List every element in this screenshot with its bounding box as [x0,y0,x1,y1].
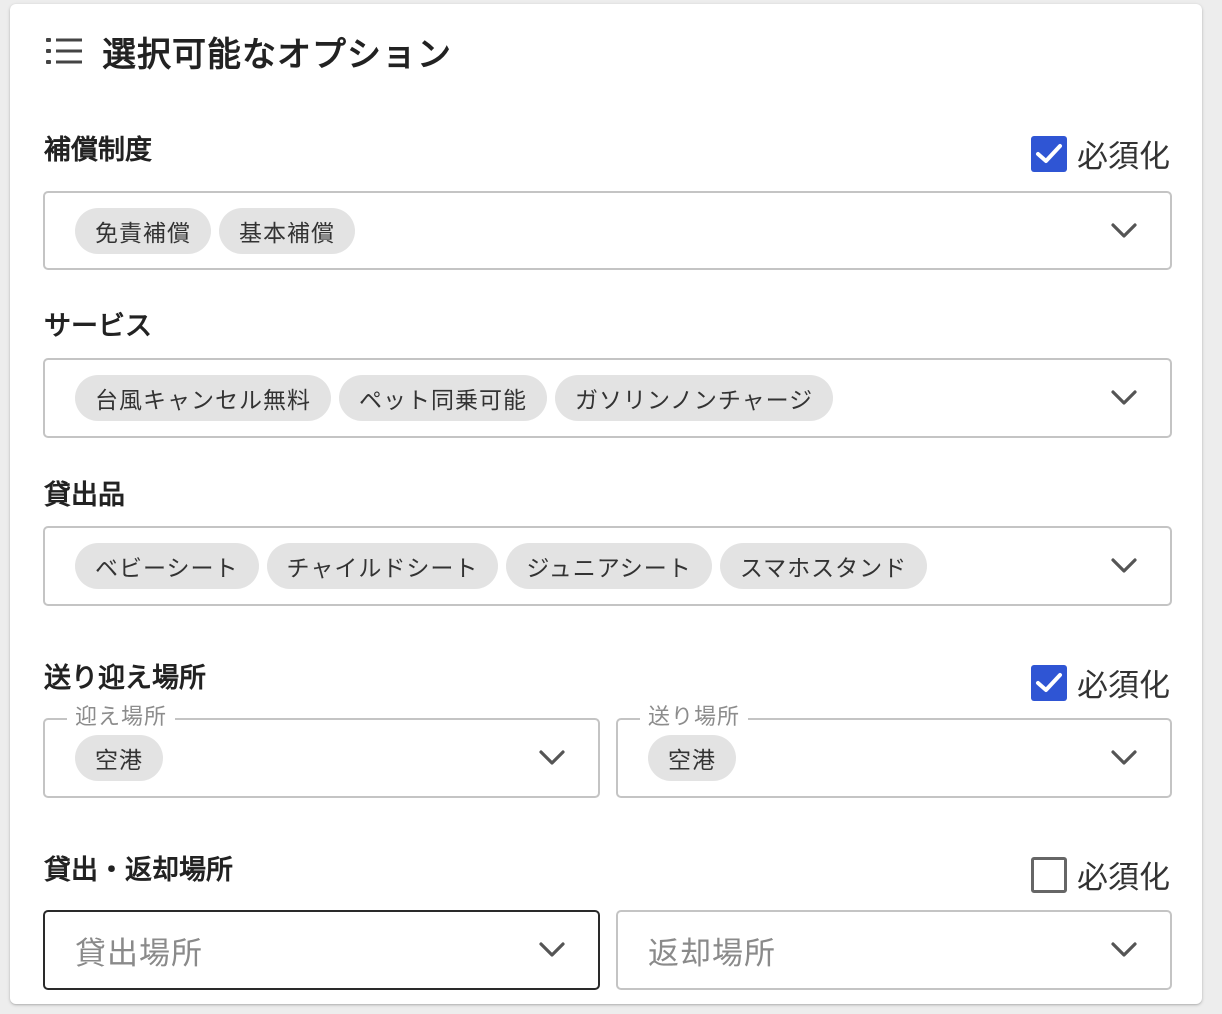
chevron-down-icon [1111,942,1137,957]
chip-services-1[interactable]: ペット同乗可能 [339,375,547,421]
return-location-placeholder: 返却場所 [648,935,776,972]
chip-services-2[interactable]: ガソリンノンチャージ [555,375,834,421]
chip-rentals-0[interactable]: ベビーシート [75,543,259,589]
chevron-down-icon [1111,750,1137,765]
options-card: 選択可能なオプション 補償制度 必須化 免責補償 基本補償 サービス 台風キャン… [10,4,1202,1004]
chevron-down-icon [1111,222,1137,238]
pickup-required-label: 必須化 [1077,668,1170,704]
chip-services-0[interactable]: 台風キャンセル無料 [75,375,331,421]
services-label: サービス [44,311,152,342]
check-icon [1036,143,1062,163]
pickup-label: 送り迎え場所 [44,663,206,694]
rentals-select[interactable]: ベビーシート チャイルドシート ジュニアシート スマホスタンド [43,526,1172,606]
card-header: 選択可能なオプション [46,26,452,76]
page-title: 選択可能なオプション [102,34,452,75]
rental-return-label: 貸出・返却場所 [44,855,233,886]
rental-return-required-checkbox[interactable] [1031,856,1067,893]
chip-compensation-0[interactable]: 免責補償 [75,207,211,254]
chevron-down-icon [539,750,565,765]
chip-dropoff-location[interactable]: 空港 [648,735,736,781]
compensation-select[interactable]: 免責補償 基本補償 [43,191,1172,270]
chevron-down-icon [539,942,565,957]
compensation-required-checkbox[interactable] [1031,135,1067,172]
chip-compensation-1[interactable]: 基本補償 [219,207,355,254]
chip-rentals-1[interactable]: チャイルドシート [266,543,499,589]
rentals-label: 貸出品 [44,480,125,511]
compensation-label: 補償制度 [44,135,152,166]
check-icon [1036,672,1062,692]
rental-return-required-label: 必須化 [1077,860,1170,896]
chip-rentals-2[interactable]: ジュニアシート [506,543,712,589]
dropoff-location-select[interactable]: 送り場所 空港 [616,704,1172,798]
rental-location-placeholder: 貸出場所 [75,935,203,972]
rental-location-select[interactable]: 貸出場所 [43,910,600,990]
compensation-required-toggle[interactable]: 必須化 [1031,131,1170,176]
chip-rentals-3[interactable]: スマホスタンド [719,543,928,589]
chevron-down-icon [1111,390,1137,405]
chip-pickup-location[interactable]: 空港 [75,735,163,781]
pickup-required-checkbox[interactable] [1031,664,1067,701]
rental-return-required-toggle[interactable]: 必須化 [1031,852,1170,897]
compensation-required-label: 必須化 [1077,139,1170,175]
pickup-location-select[interactable]: 迎え場所 空港 [43,704,600,798]
chevron-down-icon [1111,558,1137,573]
pickup-required-toggle[interactable]: 必須化 [1031,660,1170,705]
list-icon [46,38,82,64]
services-select[interactable]: 台風キャンセル無料 ペット同乗可能 ガソリンノンチャージ [43,358,1172,438]
return-location-select[interactable]: 返却場所 [616,910,1172,990]
